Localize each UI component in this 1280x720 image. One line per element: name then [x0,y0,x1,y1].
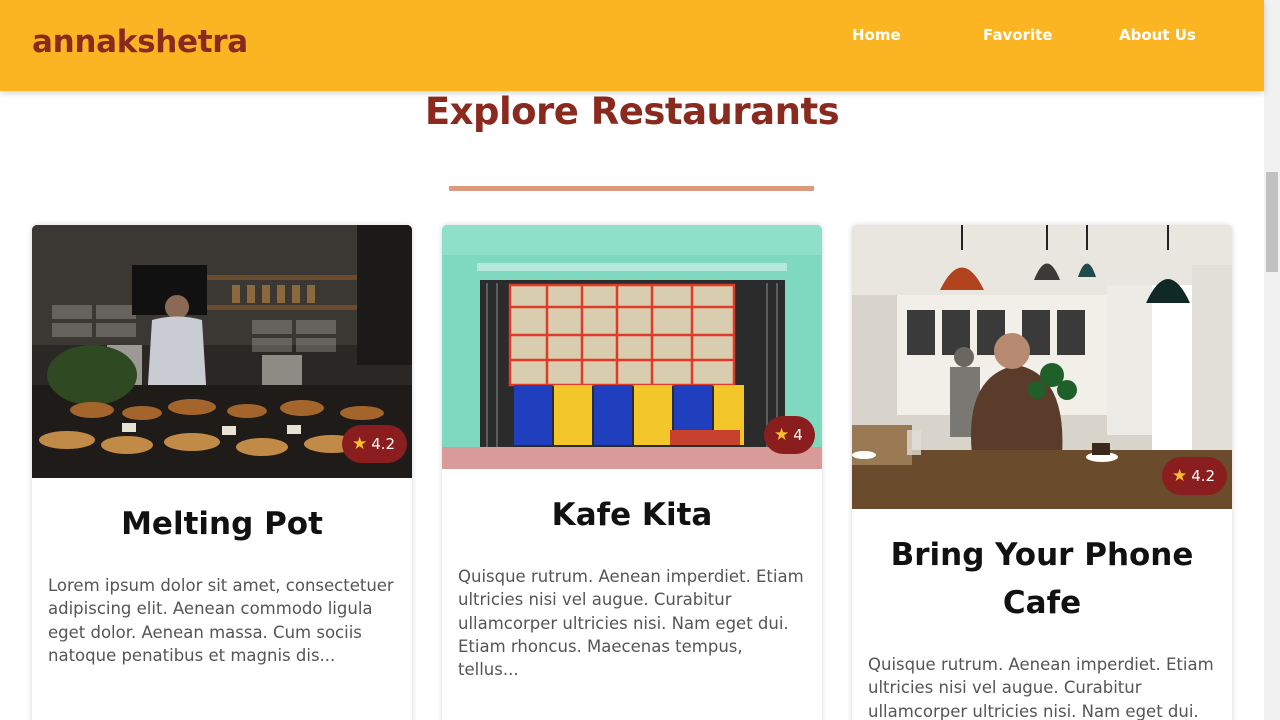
restaurant-description: Quisque rutrum. Aenean imperdiet. Etiam … [868,655,1214,720]
restaurant-description: Lorem ipsum dolor sit amet, consectetuer… [48,576,394,665]
navbar: annakshetra Home Favorite About Us [0,0,1264,91]
restaurant-description: Quisque rutrum. Aenean imperdiet. Etiam … [458,567,804,680]
star-icon: ★ [774,424,790,445]
restaurant-name: Bring Your Phone Cafe [890,537,1194,621]
nav-favorite-link[interactable]: Favorite [983,26,1052,44]
page-scrollbar[interactable] [1264,0,1280,720]
rating-badge: ★ 4.2 [1162,457,1228,495]
page-title: Explore Restaurants [424,90,840,133]
star-icon: ★ [352,433,368,454]
rating-value: 4.2 [1191,467,1216,485]
nav-home-link[interactable]: Home [852,26,901,44]
restaurant-card[interactable]: ★ 4 Kafe Kita Quisque rutrum. Aenean imp… [442,225,822,720]
restaurant-card[interactable]: ★ 4.2 Melting Pot Lorem ipsum dolor sit … [32,225,412,720]
rating-value: 4 [793,426,803,444]
rating-badge: ★ 4.2 [342,425,408,463]
restaurant-name: Melting Pot [121,506,323,542]
nav-about-link[interactable]: About Us [1119,26,1196,44]
brand-logo[interactable]: annakshetra [32,24,248,60]
restaurant-name: Kafe Kita [551,497,713,533]
title-divider [449,186,814,191]
rating-value: 4.2 [371,435,396,453]
restaurant-card[interactable]: ★ 4.2 Bring Your Phone Cafe Quisque rutr… [852,225,1232,720]
rating-badge: ★ 4 [764,416,815,454]
scrollbar-thumb[interactable] [1266,172,1278,272]
star-icon: ★ [1172,465,1188,486]
